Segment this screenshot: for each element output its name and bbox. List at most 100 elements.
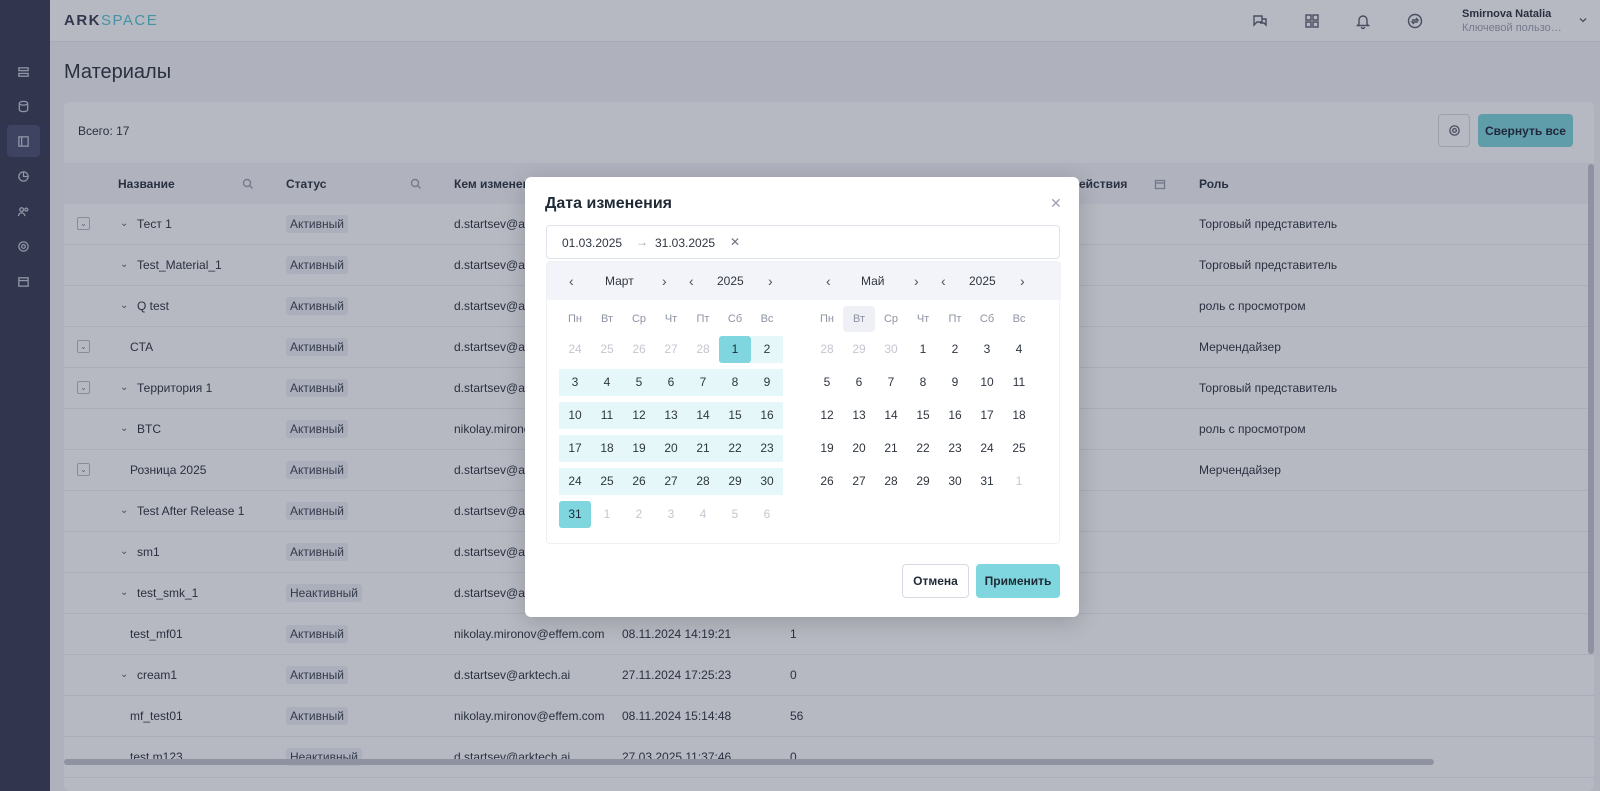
calendar-day[interactable]: 17 (971, 402, 1003, 429)
calendar-day[interactable]: 8 (719, 369, 751, 396)
right-year-label[interactable]: 2025 (969, 274, 996, 288)
calendar-day[interactable]: 26 (811, 468, 843, 495)
calendar-day[interactable]: 9 (939, 369, 971, 396)
right-month-label[interactable]: Май (861, 274, 885, 288)
calendar-day[interactable]: 25 (591, 468, 623, 495)
calendar-day[interactable]: 29 (907, 468, 939, 495)
selected-day[interactable]: 1 (719, 336, 751, 363)
calendar-day[interactable]: 30 (751, 468, 783, 495)
calendar-day[interactable]: 1 (1003, 468, 1035, 495)
calendar-day[interactable]: 10 (559, 402, 591, 429)
calendar-day[interactable]: 26 (623, 468, 655, 495)
calendar-day[interactable]: 25 (1003, 435, 1035, 462)
calendar-day[interactable]: 28 (811, 336, 843, 363)
next-year-button[interactable]: › (768, 273, 773, 289)
calendar-day[interactable]: 22 (719, 435, 751, 462)
calendar-day[interactable]: 1 (591, 501, 623, 528)
clear-icon[interactable]: ✕ (730, 235, 740, 249)
calendar-day[interactable]: 13 (843, 402, 875, 429)
calendar-day[interactable]: 21 (687, 435, 719, 462)
arrow-right-icon: → (636, 235, 648, 249)
calendar-day[interactable]: 27 (655, 336, 687, 363)
calendar-day[interactable]: 6 (843, 369, 875, 396)
calendar-day[interactable]: 16 (939, 402, 971, 429)
calendar-day[interactable]: 7 (687, 369, 719, 396)
calendar-day[interactable]: 29 (843, 336, 875, 363)
calendar-day[interactable]: 30 (939, 468, 971, 495)
calendar-day[interactable]: 14 (875, 402, 907, 429)
calendar-day[interactable]: 18 (1003, 402, 1035, 429)
calendar-day[interactable]: 27 (655, 468, 687, 495)
calendar-day[interactable]: 11 (591, 402, 623, 429)
calendar-day[interactable]: 10 (971, 369, 1003, 396)
calendar-day[interactable]: 18 (591, 435, 623, 462)
calendar-day[interactable]: 17 (559, 435, 591, 462)
calendar-day[interactable]: 28 (687, 468, 719, 495)
calendar-day[interactable]: 28 (875, 468, 907, 495)
calendar-day[interactable]: 3 (655, 501, 687, 528)
calendar-day[interactable]: 5 (811, 369, 843, 396)
next-year-button[interactable]: › (1020, 273, 1025, 289)
apply-button[interactable]: Применить (976, 564, 1060, 598)
next-month-button[interactable]: › (662, 273, 667, 289)
range-to[interactable]: 31.03.2025 (655, 236, 715, 250)
left-year-label[interactable]: 2025 (717, 274, 744, 288)
prev-month-button[interactable]: ‹ (826, 273, 831, 289)
calendar-day[interactable]: 14 (687, 402, 719, 429)
calendar-day[interactable]: 15 (719, 402, 751, 429)
calendar-day[interactable]: 2 (939, 336, 971, 363)
calendar-day[interactable]: 9 (751, 369, 783, 396)
calendar-day[interactable]: 4 (1003, 336, 1035, 363)
selected-day[interactable]: 31 (559, 501, 591, 528)
left-month-label[interactable]: Март (605, 274, 634, 288)
calendar-day[interactable]: 19 (623, 435, 655, 462)
calendar-day[interactable]: 3 (971, 336, 1003, 363)
calendar-day[interactable]: 16 (751, 402, 783, 429)
calendar-day[interactable]: 15 (907, 402, 939, 429)
calendar-day[interactable]: 6 (751, 501, 783, 528)
calendar-day[interactable]: 3 (559, 369, 591, 396)
calendar-day[interactable]: 12 (811, 402, 843, 429)
calendar-day[interactable]: 1 (907, 336, 939, 363)
calendar-day[interactable]: 12 (623, 402, 655, 429)
calendar-day[interactable]: 20 (655, 435, 687, 462)
calendar-day[interactable]: 22 (907, 435, 939, 462)
next-month-button[interactable]: › (914, 273, 919, 289)
calendar-day[interactable]: 13 (655, 402, 687, 429)
calendar-day[interactable]: 2 (623, 501, 655, 528)
calendar-day[interactable]: 19 (811, 435, 843, 462)
calendar-day[interactable]: 5 (719, 501, 751, 528)
calendar-day[interactable]: 6 (655, 369, 687, 396)
calendar-day[interactable]: 20 (843, 435, 875, 462)
cancel-button[interactable]: Отмена (902, 564, 969, 598)
calendar-day[interactable]: 7 (875, 369, 907, 396)
calendar-day[interactable]: 23 (751, 435, 783, 462)
range-from[interactable]: 01.03.2025 (562, 236, 622, 250)
calendar-day[interactable]: 30 (875, 336, 907, 363)
calendar-day[interactable]: 25 (591, 336, 623, 363)
prev-year-button[interactable]: ‹ (689, 273, 694, 289)
weekday-label: Пт (948, 313, 962, 325)
weekday-label: Чт (664, 313, 678, 325)
weekday-label: Пн (820, 313, 834, 325)
calendar-day[interactable]: 8 (907, 369, 939, 396)
prev-month-button[interactable]: ‹ (569, 273, 574, 289)
prev-year-button[interactable]: ‹ (941, 273, 946, 289)
calendar-day[interactable]: 4 (591, 369, 623, 396)
calendar-day[interactable]: 5 (623, 369, 655, 396)
calendar-day[interactable]: 26 (623, 336, 655, 363)
calendar-day[interactable]: 11 (1003, 369, 1035, 396)
calendar-day[interactable]: 28 (687, 336, 719, 363)
calendar-day[interactable]: 24 (559, 468, 591, 495)
date-range-input[interactable]: 01.03.2025 → 31.03.2025 ✕ (546, 225, 1060, 259)
calendar-day[interactable]: 27 (843, 468, 875, 495)
calendar-day[interactable]: 29 (719, 468, 751, 495)
calendar-day[interactable]: 24 (559, 336, 591, 363)
calendar-day[interactable]: 21 (875, 435, 907, 462)
calendar-day[interactable]: 24 (971, 435, 1003, 462)
calendar-day[interactable]: 4 (687, 501, 719, 528)
calendar-day[interactable]: 31 (971, 468, 1003, 495)
calendar-day[interactable]: 2 (751, 336, 783, 363)
calendar-day[interactable]: 23 (939, 435, 971, 462)
close-icon[interactable]: ✕ (1050, 195, 1062, 212)
